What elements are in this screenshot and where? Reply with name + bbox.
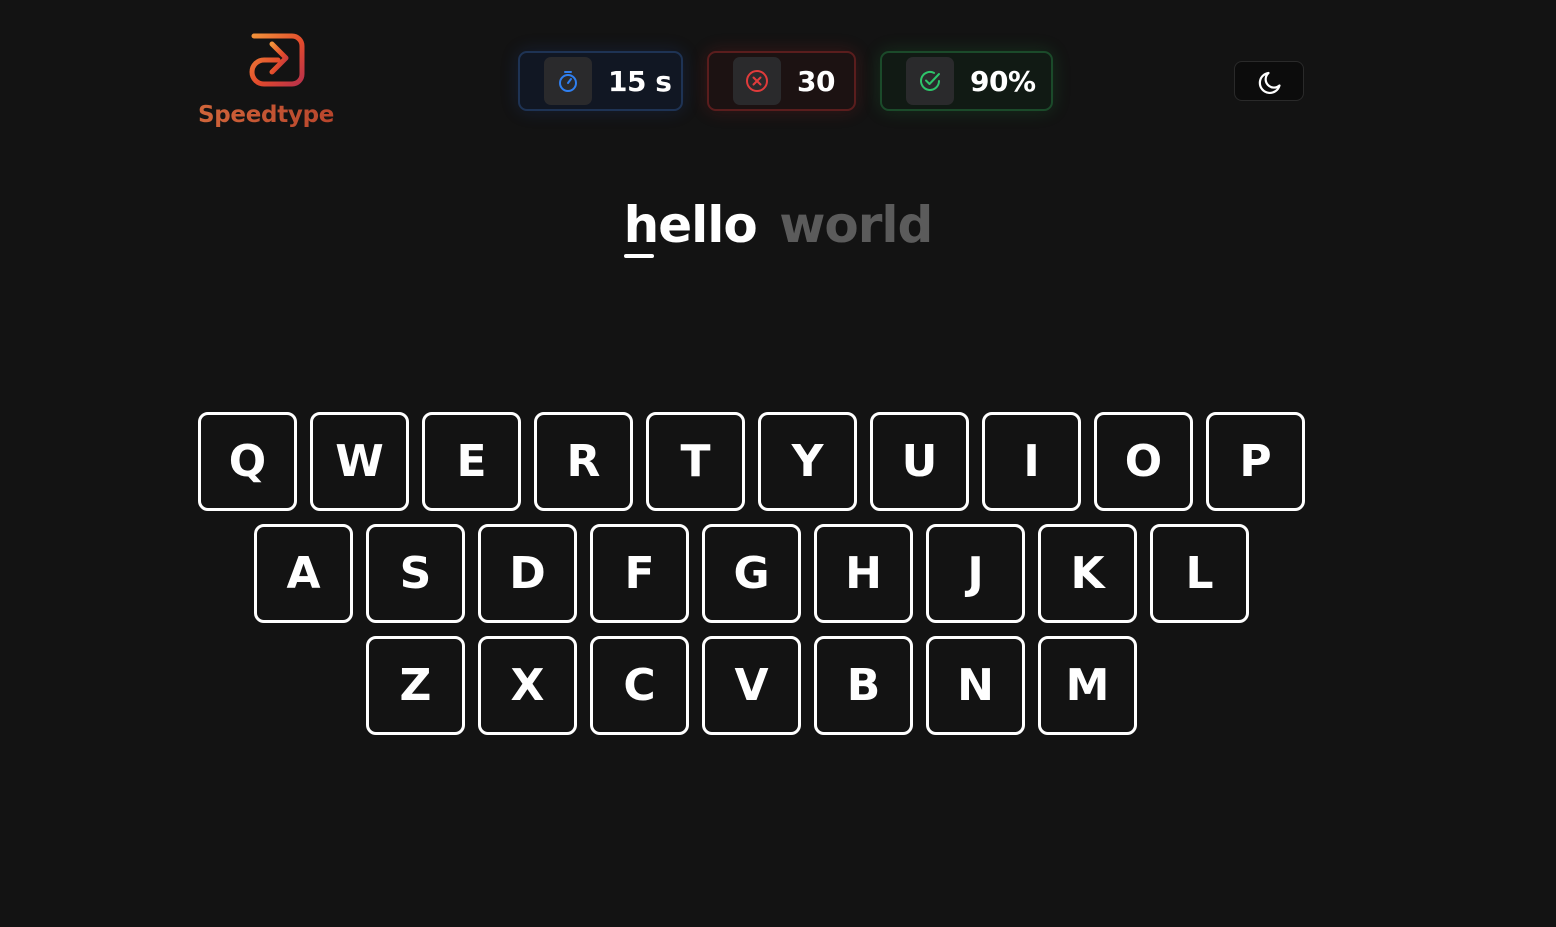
key-k[interactable]: K bbox=[1038, 524, 1137, 623]
key-l[interactable]: L bbox=[1150, 524, 1249, 623]
check-circle-icon bbox=[920, 70, 940, 91]
key-a[interactable]: A bbox=[254, 524, 353, 623]
accuracy-value: 90% bbox=[970, 64, 1036, 98]
key-o[interactable]: O bbox=[1094, 412, 1193, 511]
stopwatch-icon bbox=[559, 71, 577, 92]
key-h[interactable]: H bbox=[814, 524, 913, 623]
key-t[interactable]: T bbox=[646, 412, 745, 511]
accuracy-stat: 90% bbox=[880, 51, 1053, 111]
x-circle-icon bbox=[746, 70, 768, 92]
errors-stat: 30 bbox=[707, 51, 856, 111]
speed-arrow-logo-icon bbox=[206, 33, 305, 87]
app-root: Speedtype 15 s 30 90% hello world Q W E … bbox=[0, 0, 1556, 927]
key-w[interactable]: W bbox=[310, 412, 409, 511]
key-d[interactable]: D bbox=[478, 524, 577, 623]
brand-name: Speedtype bbox=[198, 102, 335, 128]
key-n[interactable]: N bbox=[926, 636, 1025, 735]
moon-icon bbox=[1258, 71, 1281, 94]
key-b[interactable]: B bbox=[814, 636, 913, 735]
accuracy-icon-box bbox=[906, 57, 954, 105]
key-i[interactable]: I bbox=[982, 412, 1081, 511]
key-r[interactable]: R bbox=[534, 412, 633, 511]
errors-value: 30 bbox=[797, 64, 835, 98]
brand-logo[interactable]: Speedtype bbox=[196, 24, 340, 134]
typing-cursor bbox=[624, 254, 654, 258]
theme-toggle-button[interactable] bbox=[1234, 61, 1304, 101]
typing-prompt: hello world bbox=[0, 190, 1556, 260]
timer-value: 15 s bbox=[608, 64, 672, 98]
timer-icon-box bbox=[544, 57, 592, 105]
key-p[interactable]: P bbox=[1206, 412, 1305, 511]
key-x[interactable]: X bbox=[478, 636, 577, 735]
key-m[interactable]: M bbox=[1038, 636, 1137, 735]
current-word: hello bbox=[623, 196, 758, 254]
key-v[interactable]: V bbox=[702, 636, 801, 735]
key-z[interactable]: Z bbox=[366, 636, 465, 735]
key-j[interactable]: J bbox=[926, 524, 1025, 623]
key-u[interactable]: U bbox=[870, 412, 969, 511]
key-g[interactable]: G bbox=[702, 524, 801, 623]
key-y[interactable]: Y bbox=[758, 412, 857, 511]
key-q[interactable]: Q bbox=[198, 412, 297, 511]
key-s[interactable]: S bbox=[366, 524, 465, 623]
key-e[interactable]: E bbox=[422, 412, 521, 511]
key-c[interactable]: C bbox=[590, 636, 689, 735]
next-word: world bbox=[779, 196, 933, 254]
key-f[interactable]: F bbox=[590, 524, 689, 623]
timer-stat: 15 s bbox=[518, 51, 683, 111]
errors-icon-box bbox=[733, 57, 781, 105]
